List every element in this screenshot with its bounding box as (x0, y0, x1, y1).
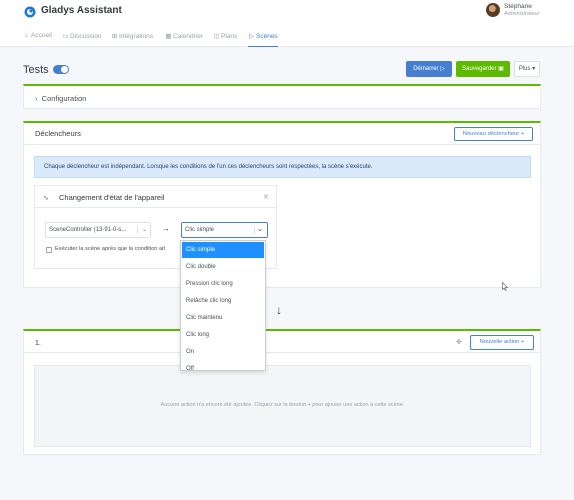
chevron-down-icon: ⌄ (257, 226, 263, 233)
nav-item-accueil[interactable]: ⌂ Accueil (23, 32, 52, 47)
dropdown-option[interactable]: Clic maintenu (182, 310, 264, 326)
device-select-value: SceneController (13-91-0-s... (49, 227, 127, 233)
calendar-icon: ▦ (165, 33, 172, 40)
triggers-info-alert: Chaque déclencheur est indépendant. Lors… (34, 156, 531, 178)
start-button[interactable]: Démarrer ▷ (406, 61, 452, 77)
dropdown-option[interactable]: Off (182, 361, 264, 370)
grid-icon: ⊞ (111, 33, 118, 40)
divider (24, 352, 540, 353)
user-role: Administrateur (504, 11, 540, 17)
activity-icon: ∿ (43, 195, 49, 202)
nav-label: Discussion (70, 33, 102, 40)
scene-enabled-toggle[interactable] (53, 65, 69, 74)
dropdown-option[interactable]: On (182, 344, 264, 360)
main-nav: ⌂ Accueil ▭Discussion ⊞ Intégrations ▦Cale… (0, 27, 574, 47)
arrow-right-icon: → (162, 224, 170, 233)
divider (35, 207, 276, 208)
nav-item-plans[interactable]: ◫Plans (213, 32, 237, 47)
chat-icon: ▭ (62, 33, 69, 40)
empty-actions-text: Aucune action n'a encore été ajoutée. Cl… (160, 402, 405, 408)
trigger-title: Changement d'état de l'appareil (59, 193, 165, 202)
actions-card: 1. ✥ Nouvelle action + Aucune action n'a… (23, 329, 541, 455)
configuration-toggle[interactable]: › Configuration (35, 94, 86, 103)
save-button[interactable]: Sauvegarder ▣ (456, 61, 510, 77)
dropdown-option[interactable]: Pression clic long (182, 276, 264, 292)
nav-label: Plans (221, 33, 238, 40)
nav-label: Intégrations (119, 33, 153, 40)
execute-after-checkbox[interactable] (46, 247, 52, 253)
dropdown-option[interactable]: Clic simple (182, 242, 264, 258)
nav-item-scenes[interactable]: ▷ Scènes (248, 32, 278, 47)
empty-actions-box: Aucune action n'a encore été ajoutée. Cl… (34, 365, 531, 447)
action-dropdown-list[interactable]: Clic simple Clic double Pression clic lo… (180, 240, 266, 371)
nav-item-integrations[interactable]: ⊞ Intégrations (111, 32, 153, 47)
action-select-value: Clic simple (185, 227, 215, 233)
avatar[interactable] (486, 3, 500, 17)
user-name[interactable]: Stéphane (504, 3, 532, 10)
nav-label: Scènes (256, 33, 278, 40)
map-icon: ◫ (213, 33, 220, 40)
move-icon[interactable]: ✥ (456, 338, 462, 346)
divider (24, 144, 540, 145)
nav-item-discussion[interactable]: ▭Discussion (62, 32, 101, 47)
chevron-down-icon: ⌄ (141, 227, 147, 233)
home-icon: ⌂ (24, 32, 29, 39)
dropdown-option[interactable]: Relâche clic long (182, 293, 264, 309)
nav-item-calendrier[interactable]: ▦Calendrier (165, 32, 203, 47)
step-number: 1. (35, 340, 41, 347)
execute-after-label: Exécuter la scène après que la condition… (55, 246, 166, 252)
nav-label: Calendrier (173, 33, 203, 40)
chevron-right-icon: › (35, 94, 42, 103)
triggers-card: Déclencheurs Nouveau déclencheur + Chaqu… (23, 121, 541, 288)
triggers-title: Déclencheurs (35, 129, 81, 138)
dropdown-option[interactable]: Clic long (182, 327, 264, 343)
top-bar: Gladys Assistant Stéphane Administrateur (0, 0, 574, 27)
device-select[interactable]: SceneController (13-91-0-s... ⌄ (45, 222, 151, 238)
configuration-label: Configuration (41, 94, 87, 103)
new-trigger-button[interactable]: Nouveau déclencheur + (454, 127, 533, 141)
more-button[interactable]: Plus ▾ (514, 61, 540, 77)
gladys-logo-icon[interactable] (24, 6, 36, 18)
action-select[interactable]: Clic simple ⌄ (181, 222, 268, 238)
close-icon[interactable]: ✕ (263, 193, 269, 201)
nav-label: Accueil (31, 32, 52, 39)
mouse-cursor-icon (502, 282, 508, 291)
select-separator (254, 226, 255, 234)
play-icon: ▷ (249, 33, 254, 40)
brand-name[interactable]: Gladys Assistant (41, 5, 122, 16)
configuration-card[interactable]: › Configuration (23, 84, 541, 109)
page-title: Tests (23, 64, 49, 76)
select-separator (137, 226, 138, 234)
dropdown-option[interactable]: Clic double (182, 259, 264, 275)
arrow-down-icon: ↓ (276, 303, 282, 317)
new-action-button[interactable]: Nouvelle action + (470, 335, 534, 350)
